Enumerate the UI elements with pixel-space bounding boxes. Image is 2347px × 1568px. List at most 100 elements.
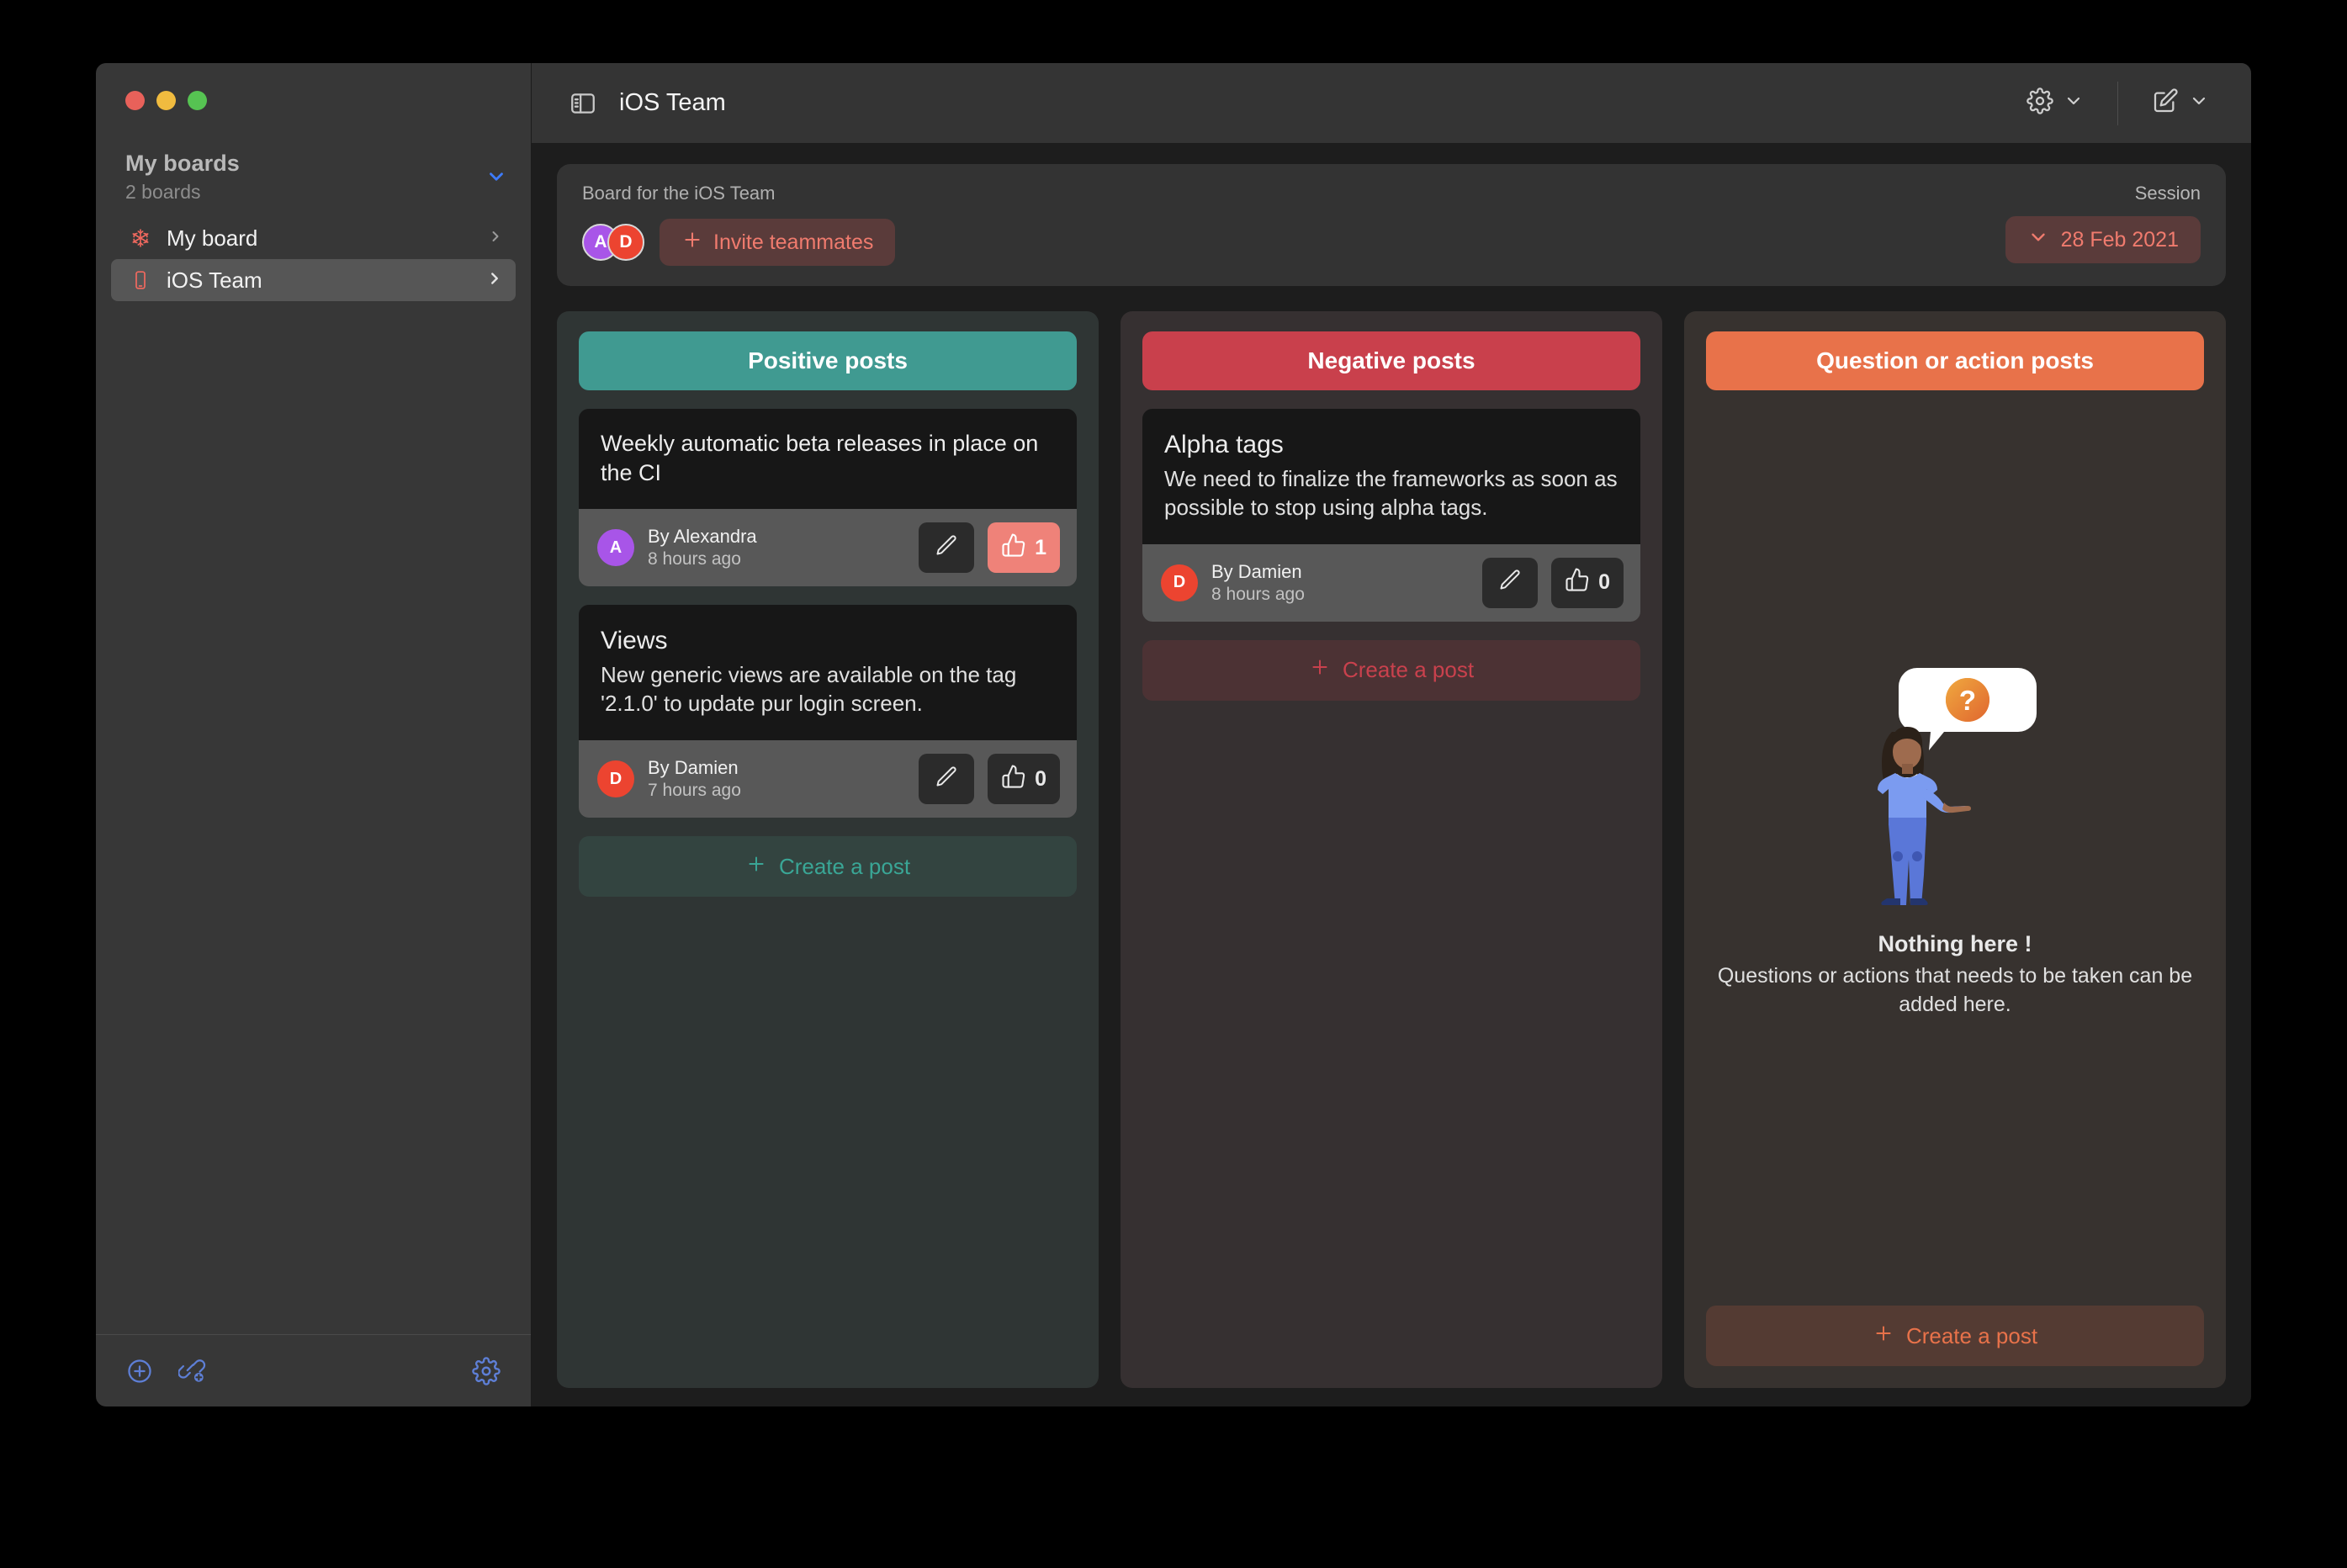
column-body: Alpha tags We need to finalize the frame… — [1142, 409, 1640, 1366]
edit-post-button[interactable] — [919, 522, 975, 574]
board-session-area: Session 28 Feb 2021 — [2005, 183, 2201, 263]
titlebar-actions — [2015, 81, 2221, 125]
create-post-label: Create a post — [1905, 1322, 2038, 1348]
chevron-right-icon — [485, 269, 504, 292]
create-post-button[interactable]: Create a post — [1142, 639, 1640, 701]
session-date-value: 28 Feb 2021 — [2060, 227, 2179, 252]
like-post-button[interactable]: 0 — [988, 754, 1060, 805]
thumbs-up-icon — [1565, 567, 1590, 598]
avatar: D — [597, 760, 634, 798]
app-window: My boards 2 boards My board iOS Team iOS… — [96, 63, 2251, 1406]
boards-section-header: My boards 2 boards — [96, 151, 531, 204]
board-content: Board for the iOS Team A D Invite teamma… — [532, 144, 2251, 1406]
plus-circle-icon[interactable] — [126, 1358, 153, 1385]
pencil-icon — [935, 765, 958, 794]
plus-icon — [1309, 656, 1331, 684]
snowflake-icon — [126, 228, 155, 248]
plus-icon — [745, 853, 767, 881]
post-author: By Damien — [648, 757, 739, 779]
board-info-left: Board for the iOS Team A D Invite teamma… — [582, 183, 896, 266]
empty-state-description: Questions or actions that needs to be ta… — [1717, 964, 2193, 1016]
like-count: 0 — [1598, 570, 1610, 595]
sidebar-item-my-board[interactable]: My board — [111, 217, 516, 259]
board-columns: Positive posts Weekly automatic beta rel… — [557, 311, 2226, 1406]
post-text: We need to finalize the frameworks as so… — [1164, 466, 1618, 521]
chevron-down-icon — [2027, 226, 2049, 254]
post-footer: D By Damien 7 hours ago 0 — [579, 740, 1077, 818]
chevron-down-icon — [2189, 91, 2209, 115]
post-title: Weekly automatic beta releases in place … — [601, 431, 1039, 485]
session-date-button[interactable]: 28 Feb 2021 — [2005, 216, 2201, 263]
empty-state: ? Nothing here ! Questions or actions th… — [1706, 409, 2204, 1306]
edit-post-button[interactable] — [919, 754, 975, 805]
person-with-question-bubble-illustration: ? — [1867, 661, 2043, 909]
close-window-button[interactable] — [125, 91, 145, 110]
post-author: By Alexandra — [648, 526, 757, 548]
plus-icon — [681, 229, 703, 257]
traffic-lights — [96, 63, 531, 110]
post-actions: 0 — [919, 754, 1060, 805]
post-body: Alpha tags We need to finalize the frame… — [1142, 409, 1640, 544]
gear-icon[interactable] — [472, 1356, 501, 1385]
page-title: iOS Team — [619, 89, 726, 116]
compose-post-button[interactable] — [2140, 82, 2221, 124]
column-positive-posts: Positive posts Weekly automatic beta rel… — [557, 311, 1099, 1388]
edit-post-button[interactable] — [1482, 557, 1539, 608]
avatar[interactable]: D — [607, 224, 644, 261]
minimize-window-button[interactable] — [156, 91, 176, 110]
main-panel: iOS Team Board for the iOS Team A D Invi… — [532, 63, 2251, 1406]
invite-teammates-label: Invite teammates — [713, 230, 874, 254]
post-card[interactable]: Alpha tags We need to finalize the frame… — [1142, 409, 1640, 622]
post-body: Weekly automatic beta releases in place … — [579, 409, 1077, 510]
post-footer: A By Alexandra 8 hours ago 1 — [579, 509, 1077, 587]
sidebar-footer — [96, 1334, 531, 1406]
post-author-meta: By Damien 7 hours ago — [648, 757, 741, 801]
post-timestamp: 7 hours ago — [648, 781, 741, 801]
board-settings-button[interactable] — [2015, 82, 2095, 124]
svg-text:?: ? — [1959, 685, 1976, 716]
thumbs-up-icon — [1001, 532, 1026, 564]
session-label: Session — [2134, 183, 2201, 204]
board-members-row: A D Invite teammates — [582, 219, 896, 266]
post-author-meta: By Damien 8 hours ago — [1211, 561, 1305, 605]
member-avatars: A D — [582, 224, 644, 261]
board-description: Board for the iOS Team — [582, 183, 776, 204]
zoom-window-button[interactable] — [188, 91, 207, 110]
like-post-button[interactable]: 1 — [988, 522, 1060, 574]
avatar: D — [1161, 564, 1198, 601]
pencil-icon — [1498, 568, 1522, 597]
create-post-button[interactable]: Create a post — [579, 836, 1077, 898]
sidebar-item-label: iOS Team — [167, 267, 262, 293]
titlebar-divider — [2117, 81, 2118, 125]
avatar: A — [597, 529, 634, 567]
post-card[interactable]: Weekly automatic beta releases in place … — [579, 409, 1077, 587]
create-post-button[interactable]: Create a post — [1706, 1306, 2204, 1366]
create-post-label: Create a post — [1342, 657, 1475, 683]
post-timestamp: 8 hours ago — [648, 549, 741, 569]
sidebar-toggle-icon[interactable] — [569, 89, 597, 118]
column-header: Negative posts — [1142, 331, 1640, 390]
sidebar-item-ios-team[interactable]: iOS Team — [111, 259, 516, 301]
post-author: By Damien — [1211, 560, 1302, 582]
like-count: 1 — [1035, 535, 1046, 559]
post-author-meta: By Alexandra 8 hours ago — [648, 526, 757, 569]
compose-icon — [2152, 87, 2179, 119]
chevron-right-icon — [487, 228, 504, 249]
plus-icon — [1873, 1322, 1894, 1350]
post-title: Views — [601, 627, 668, 655]
chevron-down-icon[interactable] — [485, 166, 507, 192]
like-count: 0 — [1035, 766, 1046, 791]
post-body: Views New generic views are available on… — [579, 605, 1077, 741]
link-add-icon[interactable] — [178, 1358, 207, 1385]
post-footer: D By Damien 8 hours ago 0 — [1142, 543, 1640, 622]
iphone-icon — [126, 270, 155, 290]
thumbs-up-icon — [1001, 764, 1026, 795]
empty-state-title: Nothing here ! — [1878, 931, 2032, 957]
boards-section-title: My boards — [125, 151, 240, 176]
pencil-icon — [935, 533, 958, 563]
column-header: Question or action posts — [1706, 331, 2204, 390]
column-question-posts: Question or action posts ? Nothing here … — [1684, 311, 2226, 1388]
like-post-button[interactable]: 0 — [1551, 557, 1624, 608]
post-card[interactable]: Views New generic views are available on… — [579, 605, 1077, 818]
invite-teammates-button[interactable]: Invite teammates — [660, 219, 896, 266]
